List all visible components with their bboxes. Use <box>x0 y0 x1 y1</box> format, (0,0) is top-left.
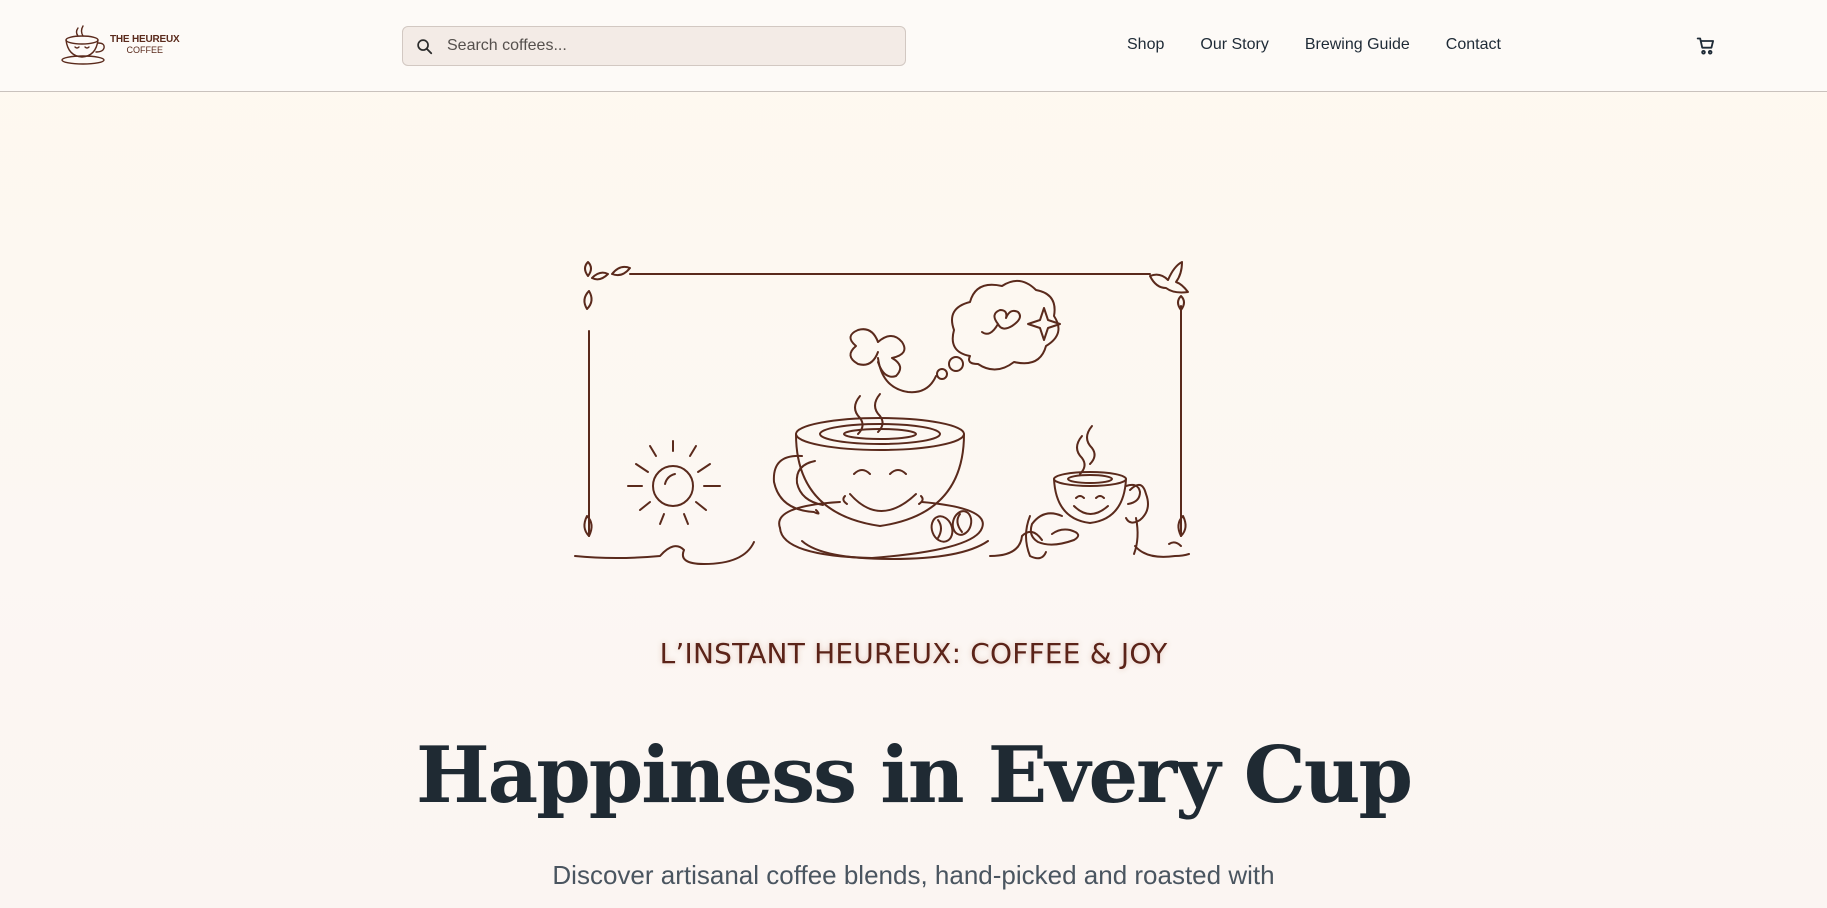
nav-contact[interactable]: Contact <box>1446 36 1501 54</box>
coffee-cup-logo-icon <box>61 25 105 65</box>
site-header: THE HEUREUX COFFEE Shop Our Story Brewin… <box>0 0 1827 92</box>
cart-button[interactable] <box>1696 36 1716 56</box>
search-input[interactable] <box>447 37 887 55</box>
hero-illustration <box>570 246 1200 581</box>
hero-tagline: L’INSTANT HEUREUX: COFFEE & JOY <box>659 637 1168 670</box>
logo-title: THE HEUREUX <box>110 34 180 46</box>
search-bar[interactable] <box>402 26 906 66</box>
nav-brewing-guide[interactable]: Brewing Guide <box>1305 36 1410 54</box>
main-nav: Shop Our Story Brewing Guide Contact <box>1127 36 1537 54</box>
hero-headline: Happiness in Every Cup <box>415 730 1413 821</box>
nav-our-story[interactable]: Our Story <box>1200 36 1268 54</box>
hero-subtext: Discover artisanal coffee blends, hand-p… <box>552 860 1275 890</box>
nav-shop[interactable]: Shop <box>1127 36 1164 54</box>
logo-subtitle: COFFEE <box>126 44 163 55</box>
logo[interactable]: THE HEUREUX COFFEE <box>60 22 180 68</box>
coffee-cup-line-art-illustration <box>574 261 1190 565</box>
cart-icon <box>1696 37 1714 55</box>
search-icon <box>417 38 433 54</box>
